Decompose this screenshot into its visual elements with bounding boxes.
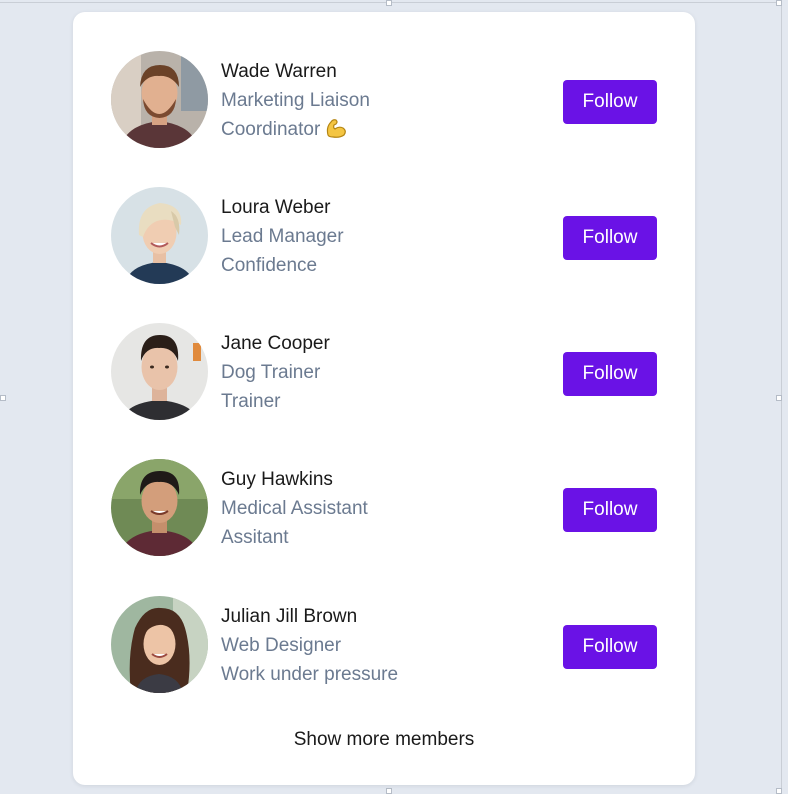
member-item: Julian Jill Brown Web Designer Work unde…	[111, 596, 657, 694]
member-name: Jane Cooper	[221, 333, 330, 354]
member-name: Loura Weber	[221, 197, 331, 218]
member-name: Julian Jill Brown	[221, 606, 358, 627]
member-avatar	[111, 51, 208, 148]
member-item: Loura Weber Lead Manager Confidence Foll…	[111, 187, 657, 285]
member-avatar	[111, 596, 208, 693]
follow-button[interactable]: Follow	[563, 625, 657, 669]
resize-handle-top-right[interactable]	[776, 0, 782, 6]
resize-handle-left[interactable]	[0, 395, 6, 401]
member-item: Guy Hawkins Medical Assistant Assitant F…	[111, 459, 657, 557]
member-tag: Work under pressure	[221, 664, 399, 685]
member-name: Guy Hawkins	[221, 469, 333, 490]
member-role: Lead Manager	[221, 226, 344, 247]
member-role: Marketing Liaison	[221, 90, 370, 111]
resize-handle-right[interactable]	[776, 395, 782, 401]
member-tag-row: Coordinator	[221, 115, 370, 148]
member-avatar	[111, 323, 208, 420]
member-info: Loura Weber Lead Manager Confidence	[221, 194, 344, 280]
member-item: Jane Cooper Dog Trainer Trainer Follow	[111, 323, 657, 421]
member-info: Julian Jill Brown Web Designer Work unde…	[221, 603, 398, 689]
member-name: Wade Warren	[221, 61, 337, 82]
flexed-biceps-icon	[324, 117, 348, 148]
follow-button[interactable]: Follow	[563, 488, 657, 532]
follow-button[interactable]: Follow	[563, 352, 657, 396]
member-role: Web Designer	[221, 635, 342, 656]
show-more-members-link[interactable]: Show more members	[73, 729, 695, 751]
member-role: Dog Trainer	[221, 362, 321, 383]
member-avatar	[111, 187, 208, 284]
members-card: Wade Warren Marketing Liaison Coordinato…	[73, 12, 695, 785]
member-info: Wade Warren Marketing Liaison Coordinato…	[221, 58, 370, 148]
resize-handle-bottom-right[interactable]	[776, 788, 782, 794]
follow-button[interactable]: Follow	[563, 216, 657, 260]
member-avatar	[111, 459, 208, 556]
member-tag: Assitant	[221, 527, 289, 548]
resize-handle-top[interactable]	[386, 0, 392, 6]
member-tag: Coordinator	[221, 119, 321, 140]
member-info: Guy Hawkins Medical Assistant Assitant	[221, 466, 368, 552]
member-tag: Trainer	[221, 391, 281, 412]
member-role: Medical Assistant	[221, 498, 368, 519]
follow-button[interactable]: Follow	[563, 80, 657, 124]
member-item: Wade Warren Marketing Liaison Coordinato…	[111, 51, 657, 149]
member-tag: Confidence	[221, 255, 318, 276]
resize-handle-bottom[interactable]	[386, 788, 392, 794]
member-info: Jane Cooper Dog Trainer Trainer	[221, 330, 330, 416]
